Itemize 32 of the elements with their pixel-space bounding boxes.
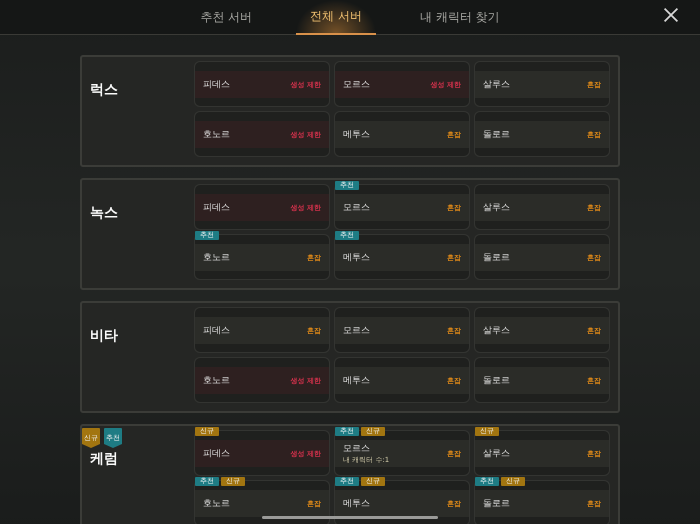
server-name: 돌로르 — [483, 129, 510, 141]
server-group-name: 럭스 — [90, 81, 119, 99]
tab[interactable]: 내 캐릭터 찾기 — [406, 0, 514, 34]
server-name: 피데스 — [203, 79, 230, 91]
server-name: 메투스 — [343, 252, 370, 264]
server-name: 살루스 — [483, 325, 510, 337]
server-name: 호노르 — [203, 129, 230, 141]
server-name: 메투스 — [343, 498, 370, 510]
server-group-name: 케럼 — [90, 450, 119, 468]
tab[interactable]: 추천 서버 — [186, 0, 266, 34]
server-name: 호노르 — [203, 498, 230, 510]
server-name: 모르스 — [343, 443, 371, 455]
server-name: 모르스 — [343, 325, 370, 337]
server-name: 돌로르 — [483, 252, 510, 264]
server-group-name: 녹스 — [90, 204, 119, 222]
close-icon[interactable] — [663, 7, 679, 23]
server-name: 돌로르 — [483, 375, 510, 387]
tab[interactable]: 전체 서버 — [296, 0, 376, 34]
server-name: 호노르 — [203, 252, 230, 264]
server-name: 피데스 — [203, 448, 230, 460]
server-name: 메투스 — [343, 375, 370, 387]
server-name: 피데스 — [203, 202, 230, 214]
server-name: 살루스 — [483, 448, 510, 460]
server-group-name: 비타 — [90, 327, 119, 345]
server-name: 돌로르 — [483, 498, 510, 510]
server-name: 모르스 — [343, 79, 370, 91]
server-name: 살루스 — [483, 79, 510, 91]
server-name: 피데스 — [203, 325, 230, 337]
server-name: 모르스 — [343, 202, 370, 214]
server-name: 살루스 — [483, 202, 510, 214]
server-name: 호노르 — [203, 375, 230, 387]
server-name: 메투스 — [343, 129, 370, 141]
